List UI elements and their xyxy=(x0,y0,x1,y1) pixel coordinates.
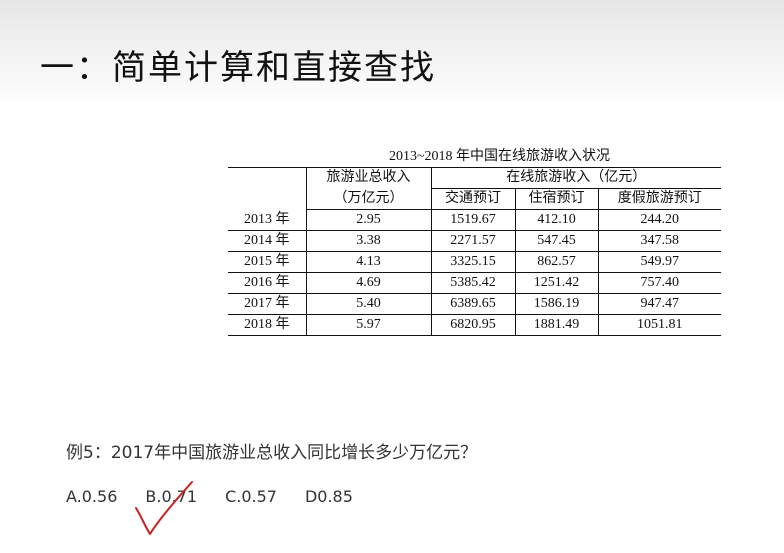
table-caption: 2013~2018 年中国在线旅游收入状况 xyxy=(388,149,611,164)
data-table-container: 2013~2018 年中国在线旅游收入状况 旅游业总收入 在线旅游收入（亿元） … xyxy=(228,147,722,336)
checkmark-stroke xyxy=(135,481,193,535)
table-row: 2016 年 4.69 5385.42 1251.42 757.40 xyxy=(228,272,722,294)
total-cell: 5.97 xyxy=(306,314,432,336)
slide-title: 一：简单计算和直接查找 xyxy=(40,48,436,88)
table-row: 2015 年 4.13 3325.15 862.57 549.97 xyxy=(228,251,722,273)
transport-cell: 3325.15 xyxy=(431,251,516,273)
transport-cell: 6820.95 xyxy=(431,314,516,336)
transport-cell: 2271.57 xyxy=(431,230,516,252)
year-cell: 2018 年 xyxy=(228,314,307,336)
lodging-cell: 1586.19 xyxy=(515,293,599,315)
transport-cell: 1519.67 xyxy=(431,209,516,231)
table-row: 2017 年 5.40 6389.65 1586.19 947.47 xyxy=(228,293,722,315)
year-cell: 2016 年 xyxy=(228,272,307,294)
total-cell: 4.13 xyxy=(306,251,432,273)
vacation-cell: 549.97 xyxy=(598,251,722,273)
option-a[interactable]: A.0.56 xyxy=(66,487,117,506)
online-revenue-header: 在线旅游收入（亿元） xyxy=(431,167,722,189)
tourism-revenue-table: 旅游业总收入 在线旅游收入（亿元） （万亿元） 交通预订 住宿预订 度假旅游预订… xyxy=(228,167,722,336)
total-revenue-unit: （万亿元） xyxy=(306,188,432,210)
year-cell: 2013 年 xyxy=(228,209,307,231)
year-cell: 2015 年 xyxy=(228,251,307,273)
lodging-cell: 412.10 xyxy=(515,209,599,231)
total-cell: 4.69 xyxy=(306,272,432,294)
transport-cell: 5385.42 xyxy=(431,272,516,294)
transport-booking-header: 交通预订 xyxy=(431,188,516,210)
vacation-cell: 244.20 xyxy=(598,209,722,231)
table-row: 2013 年 2.95 1519.67 412.10 244.20 xyxy=(228,209,722,231)
vacation-cell: 947.47 xyxy=(598,293,722,315)
vacation-booking-header: 度假旅游预订 xyxy=(598,188,722,210)
transport-cell: 6389.65 xyxy=(431,293,516,315)
total-cell: 3.38 xyxy=(306,230,432,252)
year-cell: 2014 年 xyxy=(228,230,307,252)
year-cell: 2017 年 xyxy=(228,293,307,315)
lodging-booking-header: 住宿预订 xyxy=(515,188,599,210)
option-d[interactable]: D0.85 xyxy=(305,487,353,506)
vacation-cell: 347.58 xyxy=(598,230,722,252)
lodging-cell: 1251.42 xyxy=(515,272,599,294)
option-c[interactable]: C.0.57 xyxy=(225,487,277,506)
lodging-cell: 1881.49 xyxy=(515,314,599,336)
vacation-cell: 757.40 xyxy=(598,272,722,294)
table-row: 2014 年 3.38 2271.57 547.45 347.58 xyxy=(228,230,722,252)
vacation-cell: 1051.81 xyxy=(598,314,722,336)
total-revenue-header: 旅游业总收入 xyxy=(306,167,432,189)
question-text: 例5：2017年中国旅游业总收入同比增长多少万亿元？ xyxy=(66,443,478,463)
answer-options: A.0.56 B.0.71 C.0.57 D0.85 xyxy=(66,487,381,506)
lodging-cell: 547.45 xyxy=(515,230,599,252)
total-cell: 2.95 xyxy=(306,209,432,231)
table-row: 2018 年 5.97 6820.95 1881.49 1051.81 xyxy=(228,314,722,336)
total-cell: 5.40 xyxy=(306,293,432,315)
checkmark-icon xyxy=(135,481,193,535)
lodging-cell: 862.57 xyxy=(515,251,599,273)
year-header-cell xyxy=(228,167,307,210)
